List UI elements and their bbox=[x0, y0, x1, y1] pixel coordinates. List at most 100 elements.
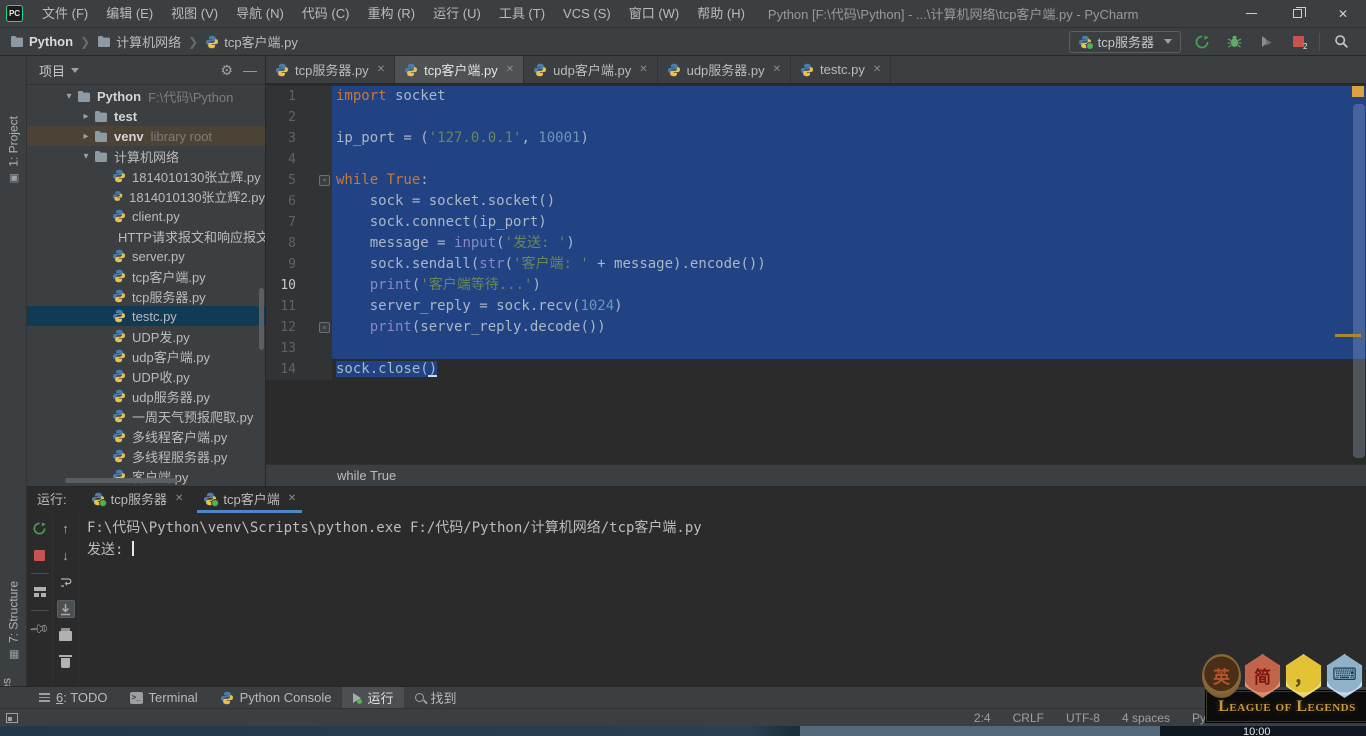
menu-item-5[interactable]: 重构 (R) bbox=[358, 0, 424, 27]
soft-wrap-button[interactable] bbox=[57, 573, 75, 591]
code-line-10[interactable]: 10 print('客户端等待...') bbox=[266, 275, 1366, 296]
code-line-1[interactable]: 1 import socket bbox=[266, 86, 1366, 107]
restore-button[interactable] bbox=[1274, 0, 1320, 27]
gutter[interactable]: 14 bbox=[266, 359, 332, 380]
tool-window-toggle-icon[interactable] bbox=[6, 712, 18, 723]
error-stripe-mark[interactable] bbox=[1335, 334, 1361, 337]
bottom-bar-item-找到[interactable]: 找到 bbox=[404, 687, 467, 708]
pin-tab-button[interactable]: 📌︎ bbox=[29, 618, 51, 640]
tree-item-一周天气预报爬取.py[interactable]: 一周天气预报爬取.py bbox=[27, 406, 265, 426]
code-line-8[interactable]: 8 message = input('发送: ') bbox=[266, 233, 1366, 254]
taskbar-active-app[interactable] bbox=[800, 726, 1160, 736]
breadcrumb-item[interactable]: 计算机网络 bbox=[97, 32, 181, 51]
gutter[interactable]: 8 bbox=[266, 233, 332, 254]
tree-item-计算机网络[interactable]: ▾ 计算机网络 bbox=[27, 146, 265, 166]
menu-item-2[interactable]: 视图 (V) bbox=[162, 0, 227, 27]
code-line-3[interactable]: 3 ip_port = ('127.0.0.1', 10001) bbox=[266, 128, 1366, 149]
tree-item-HTTP请求报文和响应报文.py[interactable]: HTTP请求报文和响应报文.py bbox=[27, 226, 265, 246]
bottom-bar-item-Python Console[interactable]: Python Console bbox=[209, 687, 343, 708]
gutter[interactable]: 3 bbox=[266, 128, 332, 149]
coverage-button[interactable] bbox=[1255, 31, 1277, 53]
status-encoding[interactable]: UTF-8 bbox=[1066, 711, 1100, 725]
menu-item-8[interactable]: VCS (S) bbox=[554, 0, 620, 27]
status-indent-style[interactable]: 4 spaces bbox=[1122, 711, 1170, 725]
editor-tab-udp服务器.py[interactable]: udp服务器.py ✕ bbox=[658, 56, 792, 83]
menu-item-10[interactable]: 帮助 (H) bbox=[688, 0, 754, 27]
run-configuration-select[interactable]: tcp服务器 bbox=[1068, 30, 1181, 53]
stop-button[interactable]: 2 bbox=[1287, 31, 1309, 53]
stop-button[interactable] bbox=[31, 546, 49, 564]
close-icon[interactable]: ✕ bbox=[175, 493, 183, 504]
tree-item-venv[interactable]: ▸ venv library root bbox=[27, 126, 265, 146]
bottom-bar-item-6: TODO[interactable]: 6: TODO bbox=[28, 687, 119, 708]
gutter[interactable]: 9 bbox=[266, 254, 332, 275]
bottom-bar-item-运行[interactable]: 运行 bbox=[342, 687, 405, 708]
menu-item-1[interactable]: 编辑 (E) bbox=[97, 0, 162, 27]
tree-collapsed-icon[interactable]: ▸ bbox=[78, 131, 94, 142]
code-line-12[interactable]: ▵ 12 print(server_reply.decode()) bbox=[266, 317, 1366, 338]
status-caret-position[interactable]: 2:4 bbox=[974, 711, 991, 725]
tree-expanded-icon[interactable]: ▾ bbox=[61, 91, 77, 102]
tree-item-客户端.py[interactable]: 客户端.py bbox=[27, 466, 265, 486]
gutter[interactable]: 1 bbox=[266, 86, 332, 107]
error-stripe-mark[interactable] bbox=[1352, 86, 1364, 97]
gutter[interactable]: ▿ 5 bbox=[266, 170, 332, 191]
tree-vertical-scrollbar[interactable] bbox=[259, 288, 264, 350]
menu-item-0[interactable]: 文件 (F) bbox=[33, 0, 97, 27]
code-line-6[interactable]: 6 sock = socket.socket() bbox=[266, 191, 1366, 212]
gutter[interactable]: 6 bbox=[266, 191, 332, 212]
restore-layout-button[interactable] bbox=[31, 583, 49, 601]
tree-item-test[interactable]: ▸ test bbox=[27, 106, 265, 126]
editor-tab-tcp客户端.py[interactable]: tcp客户端.py ✕ bbox=[395, 56, 525, 83]
scroll-to-end-button[interactable] bbox=[56, 600, 75, 618]
editor-tab-testc.py[interactable]: testc.py ✕ bbox=[791, 56, 892, 83]
tree-item-tcp服务器.py[interactable]: tcp服务器.py bbox=[27, 286, 265, 306]
editor-tab-tcp服务器.py[interactable]: tcp服务器.py ✕ bbox=[266, 56, 396, 83]
tree-collapsed-icon[interactable]: ▸ bbox=[78, 111, 94, 122]
gutter[interactable]: 7 bbox=[266, 212, 332, 233]
editor-scrollbar[interactable] bbox=[1353, 104, 1365, 458]
tree-item-1814010130张立辉2.py[interactable]: 1814010130张立辉2.py bbox=[27, 186, 265, 206]
menu-item-4[interactable]: 代码 (C) bbox=[293, 0, 359, 27]
gear-icon[interactable]: ⚙ bbox=[220, 62, 233, 79]
tree-item-client.py[interactable]: client.py bbox=[27, 206, 265, 226]
down-stack-trace-button[interactable]: ↓ bbox=[57, 546, 75, 564]
tree-item-Python[interactable]: ▾ Python F:\代码\Python bbox=[27, 86, 265, 106]
minimize-button[interactable] bbox=[1228, 0, 1274, 27]
tree-item-udp客户端.py[interactable]: udp客户端.py bbox=[27, 346, 265, 366]
project-view-select[interactable]: 项目 bbox=[39, 61, 65, 80]
code-line-2[interactable]: 2 bbox=[266, 107, 1366, 128]
fold-collapse-icon[interactable]: ▿ bbox=[319, 175, 330, 186]
status-line-separator[interactable]: CRLF bbox=[1013, 711, 1044, 725]
code-line-7[interactable]: 7 sock.connect(ip_port) bbox=[266, 212, 1366, 233]
code-line-13[interactable]: 13 bbox=[266, 338, 1366, 359]
tree-expanded-icon[interactable]: ▾ bbox=[78, 151, 94, 162]
editor-body[interactable]: 1 import socket 2 3 ip_port = ('127.0.0.1', … bbox=[266, 84, 1366, 464]
close-icon[interactable]: ✕ bbox=[639, 64, 647, 75]
close-icon[interactable]: ✕ bbox=[288, 493, 296, 504]
print-button[interactable] bbox=[57, 627, 75, 645]
debug-button[interactable] bbox=[1223, 31, 1245, 53]
code-line-11[interactable]: 11 server_reply = sock.recv(1024) bbox=[266, 296, 1366, 317]
tree-item-1814010130张立辉.py[interactable]: 1814010130张立辉.py bbox=[27, 166, 265, 186]
tree-item-多线程客户端.py[interactable]: 多线程客户端.py bbox=[27, 426, 265, 446]
sidebar-item-structure[interactable]: ▦ 7: Structure bbox=[0, 581, 27, 661]
code-line-4[interactable]: 4 bbox=[266, 149, 1366, 170]
tree-item-UDP发.py[interactable]: UDP发.py bbox=[27, 326, 265, 346]
hide-panel-button[interactable]: — bbox=[243, 63, 257, 77]
gutter[interactable]: ▵ 12 bbox=[266, 317, 332, 338]
rerun-button[interactable] bbox=[31, 519, 49, 537]
menu-item-3[interactable]: 导航 (N) bbox=[227, 0, 293, 27]
run-console[interactable]: F:\代码\Python\venv\Scripts\python.exe F:/… bbox=[79, 513, 1366, 686]
code-line-5[interactable]: ▿ 5 while True: bbox=[266, 170, 1366, 191]
tree-item-tcp客户端.py[interactable]: tcp客户端.py bbox=[27, 266, 265, 286]
close-button[interactable]: ✕ bbox=[1320, 0, 1366, 27]
tree-item-server.py[interactable]: server.py bbox=[27, 246, 265, 266]
code-line-9[interactable]: 9 sock.sendall(str('客户端: ' + message).en… bbox=[266, 254, 1366, 275]
close-icon[interactable]: ✕ bbox=[873, 64, 881, 75]
code-line-14[interactable]: 14 sock.close() bbox=[266, 359, 1366, 380]
sidebar-item-project[interactable]: ▣ 1: Project bbox=[0, 116, 27, 185]
tree-horizontal-scrollbar[interactable] bbox=[65, 478, 177, 483]
tree-item-多线程服务器.py[interactable]: 多线程服务器.py bbox=[27, 446, 265, 466]
clear-console-button[interactable] bbox=[57, 654, 75, 672]
